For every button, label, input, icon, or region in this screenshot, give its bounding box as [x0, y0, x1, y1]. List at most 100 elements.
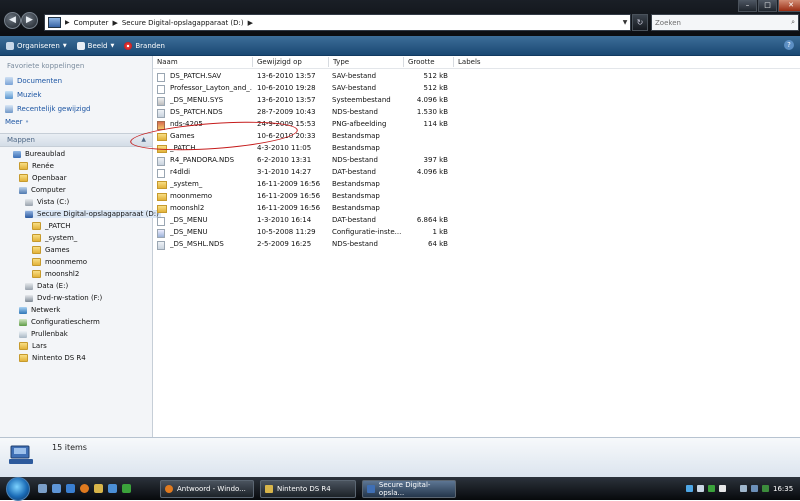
task-button-browser[interactable]: Antwoord - Windo...: [160, 480, 254, 498]
breadcrumb-sd-card[interactable]: Secure Digital-opslagapparaat (D:): [122, 19, 244, 27]
tree-item-network[interactable]: Netwerk: [19, 306, 60, 314]
show-desktop-icon[interactable]: [38, 484, 47, 493]
folder-icon[interactable]: [94, 484, 103, 493]
tree-item-recycle-bin[interactable]: Prullenbak: [19, 330, 68, 338]
tree-item-desktop[interactable]: Bureaublad: [13, 150, 65, 158]
tray-app-icon[interactable]: [708, 485, 715, 492]
chevron-down-icon: ▼: [110, 42, 115, 49]
volume-icon[interactable]: [751, 485, 758, 492]
folders-header-label: Mappen: [7, 136, 35, 144]
tree-item-label: Lars: [32, 342, 47, 350]
file-row[interactable]: _DS_MENU 10-5-2008 11:29 Configuratie-in…: [157, 227, 457, 238]
column-divider[interactable]: [403, 57, 404, 67]
file-name: r4dldi: [170, 168, 191, 176]
file-size: 64 kB: [428, 240, 448, 248]
sd-card-icon: [367, 485, 375, 493]
tray-app-icon[interactable]: [697, 485, 704, 492]
help-icon[interactable]: ?: [784, 40, 794, 50]
burn-button[interactable]: Branden: [124, 41, 165, 50]
tree-item-lars[interactable]: Lars: [19, 342, 47, 350]
search-icon[interactable]: ⌕: [791, 18, 795, 27]
favorite-recent[interactable]: Recentelijk gewijzigd: [5, 105, 90, 113]
tree-item-label: Openbaar: [32, 174, 67, 182]
organize-button[interactable]: Organiseren ▼: [6, 41, 67, 50]
breadcrumb-chevron-icon: ▶: [65, 19, 70, 26]
file-row[interactable]: moonshl2 16-11-2009 16:56 Bestandsmap: [157, 203, 457, 214]
tray-network-icon[interactable]: [686, 485, 693, 492]
file-row[interactable]: DS_PATCH.NDS 28-7-2009 10:43 NDS-bestand…: [157, 107, 457, 118]
file-row[interactable]: moonmemo 16-11-2009 16:56 Bestandsmap: [157, 191, 457, 202]
file-date: 13-6-2010 13:57: [257, 96, 316, 104]
file-name: _DS_MENU.SYS: [170, 96, 224, 104]
breadcrumb-computer[interactable]: Computer: [74, 19, 109, 27]
address-bar[interactable]: ▶ Computer ▶ Secure Digital-opslagappara…: [44, 14, 631, 31]
favorites-header: Favoriete koppelingen: [7, 62, 85, 70]
column-modified[interactable]: Gewijzigd op: [257, 58, 302, 66]
tree-item-label: Vista (C:): [37, 198, 70, 206]
clock[interactable]: 16:35: [773, 485, 793, 493]
file-row[interactable]: R4_PANDORA.NDS 6-2-2010 13:31 NDS-bestan…: [157, 155, 457, 166]
nds-file-icon: [157, 109, 165, 118]
favorite-label: Muziek: [17, 91, 42, 99]
address-dropdown-icon[interactable]: ▼: [620, 19, 630, 26]
task-button-sd-card[interactable]: Secure Digital-opsla...: [362, 480, 456, 498]
minimize-button[interactable]: –: [738, 0, 757, 12]
tree-item-patch[interactable]: _PATCH: [32, 222, 71, 230]
tree-item-system[interactable]: _system_: [32, 234, 77, 242]
forward-button[interactable]: ▶: [21, 12, 38, 29]
column-labels[interactable]: Labels: [458, 58, 481, 66]
tree-item-moonmemo[interactable]: moonmemo: [32, 258, 87, 266]
config-file-icon: [157, 229, 165, 238]
column-divider[interactable]: [252, 57, 253, 67]
column-divider[interactable]: [453, 57, 454, 67]
column-size[interactable]: Grootte: [408, 58, 435, 66]
media-player-icon[interactable]: [108, 484, 117, 493]
task-button-nintendo[interactable]: Nintento DS R4: [260, 480, 356, 498]
start-button[interactable]: [6, 477, 30, 501]
tree-item-sd-card[interactable]: Secure Digital-opslagapparaat (D:): [25, 210, 161, 218]
column-divider[interactable]: [328, 57, 329, 67]
file-row[interactable]: _DS_MENU.SYS 13-6-2010 13:57 Systeembest…: [157, 95, 457, 106]
switch-windows-icon[interactable]: [52, 484, 61, 493]
file-type: Bestandsmap: [332, 192, 380, 200]
internet-explorer-icon[interactable]: [66, 484, 75, 493]
file-row[interactable]: _DS_MENU 1-3-2010 16:14 DAT-bestand 6.86…: [157, 215, 457, 226]
back-button[interactable]: ◀: [4, 12, 21, 29]
tree-item-drive-c[interactable]: Vista (C:): [25, 198, 69, 206]
tree-item-computer[interactable]: Computer: [19, 186, 66, 194]
view-button[interactable]: Beeld ▼: [76, 41, 115, 50]
file-type: Configuratie-inste...: [332, 228, 402, 236]
maximize-button[interactable]: □: [758, 0, 777, 12]
tree-item-dvd[interactable]: Dvd-rw-station (F:): [25, 294, 102, 302]
file-name: _system_: [170, 180, 203, 188]
file-size: 1.530 kB: [416, 108, 448, 116]
folders-header[interactable]: Mappen ▲: [0, 133, 152, 147]
column-name[interactable]: Naam: [157, 58, 178, 66]
favorite-documents[interactable]: Documenten: [5, 77, 62, 85]
file-row[interactable]: _system_ 16-11-2009 16:56 Bestandsmap: [157, 179, 457, 190]
tree-item-nintendo-ds[interactable]: Nintento DS R4: [19, 354, 86, 362]
file-type: DAT-bestand: [332, 168, 376, 176]
file-row[interactable]: Professor_Layton_and_... 10-6-2010 19:28…: [157, 83, 457, 94]
tray-app-icon[interactable]: [719, 485, 726, 492]
tree-item-user[interactable]: Renée: [19, 162, 54, 170]
file-row[interactable]: DS_PATCH.SAV 13-6-2010 13:57 SAV-bestand…: [157, 71, 457, 82]
close-button[interactable]: ✕: [778, 0, 800, 12]
file-row[interactable]: _DS_MSHL.NDS 2-5-2009 16:25 NDS-bestand …: [157, 239, 457, 250]
tree-item-control-panel[interactable]: Configuratiescherm: [19, 318, 100, 326]
tray-app-icon[interactable]: [740, 485, 747, 492]
tree-item-moonshl2[interactable]: moonshl2: [32, 270, 79, 278]
spreadsheet-icon[interactable]: [122, 484, 131, 493]
search-input[interactable]: Zoeken ⌕: [651, 14, 799, 31]
refresh-button[interactable]: ↻: [632, 14, 648, 31]
tree-item-public[interactable]: Openbaar: [19, 174, 67, 182]
more-link[interactable]: Meer »: [5, 118, 29, 126]
favorite-music[interactable]: Muziek: [5, 91, 41, 99]
file-row[interactable]: r4dldi 3-1-2010 14:27 DAT-bestand 4.096 …: [157, 167, 457, 178]
recycle-bin-icon: [19, 330, 27, 338]
tray-app-icon[interactable]: [762, 485, 769, 492]
tree-item-games[interactable]: Games: [32, 246, 70, 254]
tree-item-drive-e[interactable]: Data (E:): [25, 282, 68, 290]
column-type[interactable]: Type: [333, 58, 349, 66]
firefox-icon[interactable]: [80, 484, 89, 493]
